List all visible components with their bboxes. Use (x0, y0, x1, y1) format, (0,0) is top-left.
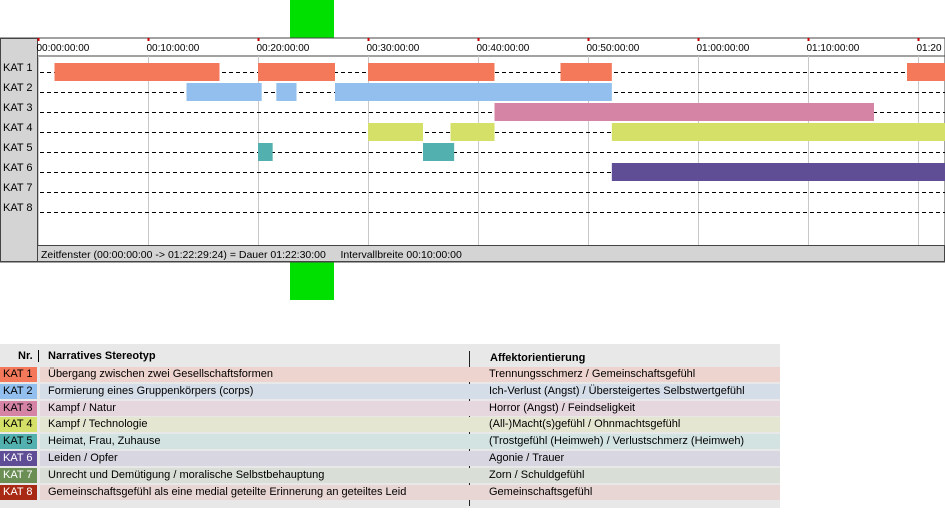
status-text: Zeitfenster (00:00:00:00 -> 01:22:29:24)… (41, 249, 462, 261)
timeline-bar (907, 63, 945, 81)
legend-color-cell: KAT 8 (0, 484, 37, 500)
legend-color-cell: KAT 4 (0, 417, 37, 433)
legend-affekt: (Trostgefühl (Heimweh) / Verlustschmerz … (489, 435, 745, 448)
legend-stereotyp: Leiden / Opfer (48, 452, 118, 464)
timeline-bar (258, 143, 273, 161)
legend-affekt: Agonie / Trauer (489, 452, 565, 464)
timeline-bar (611, 123, 945, 141)
timeline-bar (54, 63, 220, 81)
timeline-bar (368, 63, 495, 81)
tick-label: 00:00:00:00 (37, 43, 90, 54)
legend-row: KAT 4 Kampf / Technologie (All-)Macht(s)ge… (0, 417, 780, 433)
legend-color-cell: KAT 1 (0, 367, 37, 382)
legend-affekt: Zorn / Schuldgefühl (489, 468, 585, 481)
legend-color-cell: KAT 5 (0, 434, 37, 450)
timeline-bar (335, 83, 612, 101)
tick-label: 01:20 (917, 43, 942, 54)
legend-row: KAT 7 Unrecht und Demütigung / moralische… (0, 467, 780, 483)
category-label: KAT 4 (3, 122, 33, 134)
legend-row: KAT 3 Kampf / Natur Horror (Angst) / Feind… (0, 400, 780, 416)
tick-label: 01:10:00:00 (807, 43, 860, 54)
legend-row-background (40, 400, 780, 416)
timeline-chart: Zeitfenster (00:00:00:00 -> 01:22:29:24)… (0, 0, 945, 300)
legend-color-cell: KAT 3 (0, 400, 37, 416)
green-marker-bottom (290, 262, 334, 300)
legend-row-background (40, 451, 780, 466)
tick-label: 01:00:00:00 (697, 43, 750, 54)
legend-stereotyp: Kampf / Technologie (48, 418, 148, 431)
legend-affekt: Trennungsschmerz / Gemeinschaftsgefühl (489, 368, 696, 380)
legend-row: KAT 6 Leiden / Opfer Agonie / Trauer (0, 451, 780, 466)
legend-row: KAT 2 Formierung eines Gruppenkörpers (co… (0, 383, 780, 399)
legend-affekt: (All-)Macht(s)gefühl / Ohnmachtsgefühl (489, 418, 681, 431)
category-label: KAT 7 (3, 182, 33, 194)
legend-color-cell: KAT 7 (0, 467, 37, 483)
legend-stereotyp: Übergang zwischen zwei Gesellschaftsform… (48, 368, 273, 380)
timeline-bar (186, 83, 262, 101)
timeline-bar (258, 63, 335, 81)
category-label: KAT 3 (3, 102, 33, 114)
legend-color-cell: KAT 6 (0, 451, 37, 466)
legend-affekt: Gemeinschaftsgefühl (489, 485, 593, 498)
legend-stereotyp: Heimat, Frau, Zuhause (48, 435, 161, 448)
tick-label: 00:10:00:00 (147, 43, 200, 54)
legend-row: KAT 1 Übergang zwischen zwei Gesellschaft… (0, 367, 780, 382)
legend-header-stereotyp: Narratives Stereotyp (48, 350, 156, 362)
category-label: KAT 2 (3, 82, 33, 94)
timeline-bar (368, 123, 423, 141)
category-label: KAT 6 (3, 162, 33, 174)
legend-row: KAT 8 Gemeinschaftsgefühl als eine medial… (0, 484, 780, 500)
legend-header-separator (38, 350, 39, 362)
legend-header-affekt: Affektorientierung (490, 352, 586, 364)
legend-stereotyp: Formierung eines Gruppenkörpers (corps) (48, 384, 254, 397)
legend-table: Nr. Narratives Stereotyp Affektorientier… (0, 344, 780, 508)
category-label: KAT 8 (3, 202, 33, 214)
legend-affekt: Ich-Verlust (Angst) / Übersteigertes Sel… (489, 384, 745, 397)
legend-header-nr: Nr. (18, 350, 33, 362)
timeline-bar (611, 163, 945, 181)
legend-affekt: Horror (Angst) / Feindseligkeit (489, 401, 636, 414)
timeline-bar (494, 103, 874, 121)
timeline-bar (276, 83, 297, 101)
tick-label: 00:20:00:00 (257, 43, 310, 54)
legend-stereotyp: Unrecht und Demütigung / moralische Selb… (48, 468, 325, 481)
legend-row: KAT 5 Heimat, Frau, Zuhause (Trostgefühl (… (0, 434, 780, 450)
timeline-bar (450, 123, 495, 141)
legend-color-cell: KAT 2 (0, 383, 37, 399)
legend-stereotyp: Kampf / Natur (48, 401, 116, 414)
tick-label: 00:40:00:00 (477, 43, 530, 54)
category-label: KAT 1 (3, 62, 33, 74)
tick-label: 00:30:00:00 (367, 43, 420, 54)
timeline-bar (423, 143, 455, 161)
green-marker-top (290, 0, 334, 38)
timeline-bar (560, 63, 612, 81)
legend-stereotyp: Gemeinschaftsgefühl als eine medial gete… (48, 485, 407, 498)
tick-label: 00:50:00:00 (587, 43, 640, 54)
category-label: KAT 5 (3, 142, 33, 154)
